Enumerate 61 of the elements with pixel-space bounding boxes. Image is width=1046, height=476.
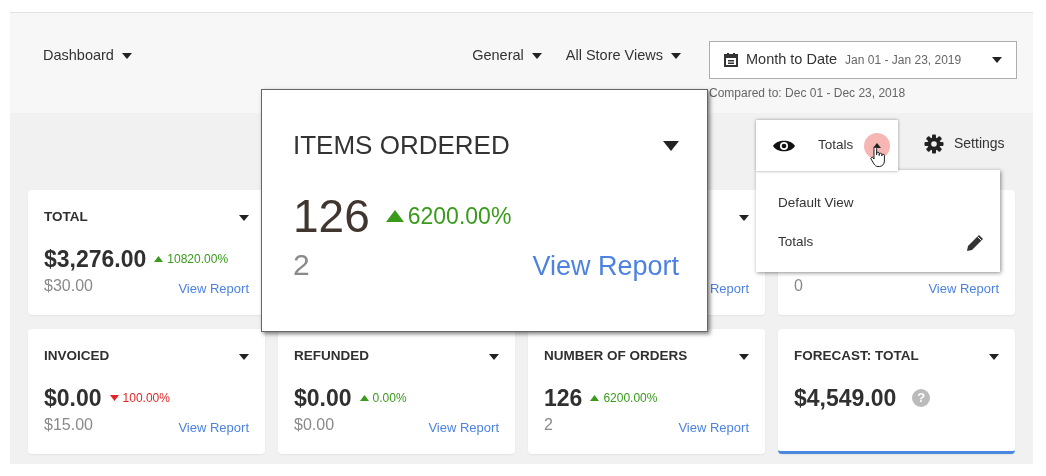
up-arrow-icon [154, 256, 164, 262]
scope-dropdown[interactable]: General [472, 45, 542, 67]
change-percent: 6200.00% [603, 390, 658, 407]
view-report-link[interactable]: View Report [428, 417, 499, 437]
card-title: TOTAL [44, 207, 88, 226]
metric-value: 126 [544, 383, 583, 413]
comparison-text: Compared to: Dec 01 - Dec 23, 2018 [709, 85, 907, 102]
pencil-icon[interactable] [966, 233, 984, 252]
card-title: FORECAST: TOTAL [794, 346, 919, 365]
previous-value: $15.00 [44, 415, 93, 435]
previous-value: 2 [293, 246, 310, 283]
caret-icon [239, 214, 249, 221]
metric-value: $3,276.00 [44, 244, 147, 274]
hand-cursor-icon [870, 146, 886, 168]
change-percent: 6200.00% [407, 202, 512, 232]
card-title: INVOICED [44, 346, 110, 365]
metric-value: 126 [293, 191, 370, 242]
caret-icon [671, 52, 681, 59]
up-arrow-icon [590, 395, 600, 401]
date-range-picker[interactable]: Month to Date Jan 01 - Jan 23, 2019 [709, 41, 1017, 79]
settings-button[interactable]: Settings [918, 132, 1011, 155]
view-report-link[interactable]: View Report [178, 278, 249, 298]
view-report-link[interactable]: View Report [178, 417, 249, 437]
previous-value: $30.00 [44, 276, 93, 296]
previous-value: 0 [794, 276, 803, 296]
card-title: ITEMS ORDERED [293, 129, 510, 162]
view-switcher[interactable]: Totals [756, 120, 898, 171]
caret-icon[interactable] [663, 140, 679, 151]
caret-icon [489, 353, 499, 360]
caret-icon [992, 57, 1002, 64]
menu-item[interactable]: Default View [778, 193, 854, 214]
card-title: REFUNDED [294, 346, 369, 365]
eye-icon [772, 138, 796, 153]
change-percent: 100.00% [122, 390, 170, 407]
view-report-link[interactable]: View Report [928, 278, 999, 298]
card-title: NUMBER OF ORDERS [544, 346, 688, 365]
metric-value: $0.00 [294, 383, 352, 413]
view-report-link[interactable]: View Report [532, 246, 679, 287]
caret-icon [989, 353, 999, 360]
previous-value: $0.00 [294, 415, 335, 435]
gear-icon [924, 133, 944, 154]
calendar-icon [724, 53, 738, 67]
previous-value: 2 [544, 415, 553, 435]
caret-icon [739, 214, 749, 221]
menu-item[interactable]: Totals [778, 232, 814, 253]
view-report-link[interactable]: Report [709, 278, 749, 298]
metric-value: $0.00 [44, 383, 102, 413]
metric-value: $4,549.00 [794, 383, 897, 413]
down-arrow-icon [109, 395, 119, 401]
caret-icon [531, 52, 542, 59]
up-arrow-icon [359, 395, 369, 401]
caret-icon [239, 353, 249, 360]
up-arrow-icon [385, 210, 404, 223]
view-name: Totals [818, 136, 854, 155]
caret-icon [739, 353, 749, 360]
caret-icon [121, 52, 132, 59]
change-percent: 10820.00% [167, 251, 229, 268]
change-percent: 0.00% [372, 390, 407, 407]
view-report-link[interactable]: View Report [678, 417, 749, 437]
dashboard-dropdown[interactable]: Dashboard [43, 45, 132, 67]
store-view-dropdown[interactable]: All Store Views [565, 45, 681, 67]
